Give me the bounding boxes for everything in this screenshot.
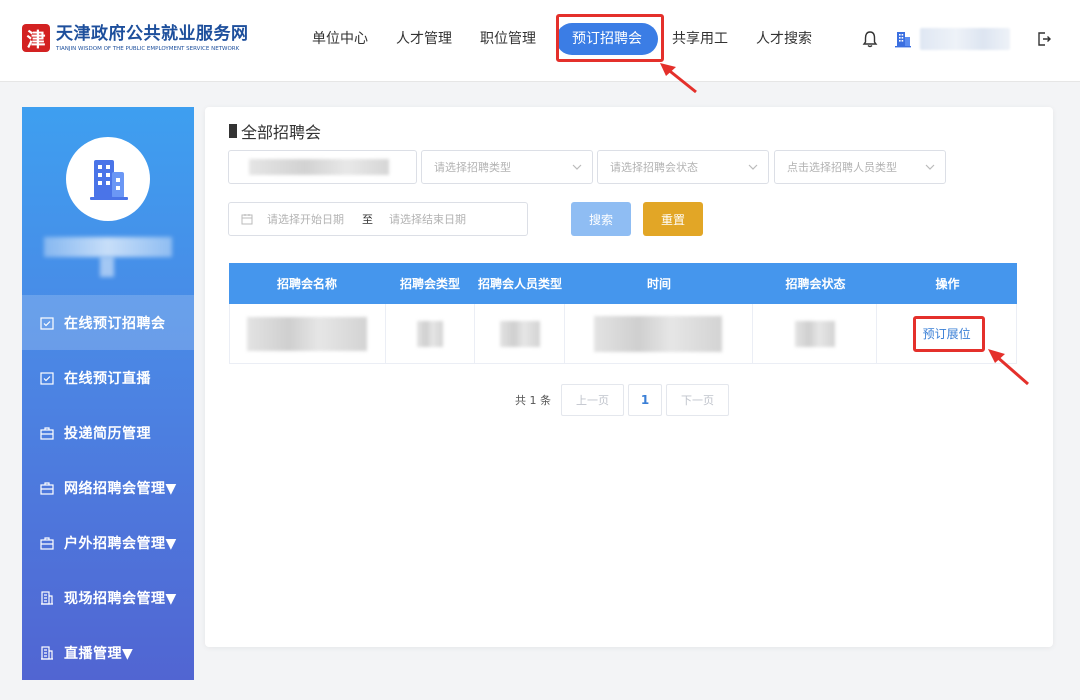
total-count: 共 1 条 [515, 394, 551, 407]
reset-button[interactable]: 重置 [643, 202, 703, 236]
action-highlight-annotation [913, 316, 985, 352]
keyword-input[interactable] [228, 150, 417, 184]
building-icon [40, 590, 54, 605]
nav-annotation-arrow [660, 63, 697, 94]
blurred-content [594, 315, 723, 352]
sidebar-item-outdoor-fair-management[interactable]: 户外招聘会管理▼ [22, 515, 194, 570]
calendar-check-icon [40, 316, 54, 330]
building-icon [894, 30, 912, 48]
chevron-down-icon [748, 164, 758, 170]
sidebar-item-label: 在线预订直播 [64, 370, 151, 387]
column-header: 招聘会类型 [399, 277, 460, 291]
column-header: 招聘会名称 [276, 277, 337, 291]
company-avatar [66, 137, 150, 221]
calendar-icon [241, 214, 253, 225]
sidebar-item-online-fair-management[interactable]: 网络招聘会管理▼ [22, 460, 194, 515]
building-icon [40, 645, 54, 660]
column-header: 时间 [646, 277, 671, 291]
sidebar-item-resume-management[interactable]: 投递简历管理 [22, 405, 194, 460]
building-icon [90, 160, 128, 200]
calendar-check-icon [40, 371, 54, 385]
site-name: 天津政府公共就业服务网 [56, 24, 249, 44]
date-range-picker[interactable]: 请选择开始日期 至 请选择结束日期 [228, 202, 528, 236]
logo-mark: 津 [22, 24, 50, 52]
table-header: 招聘会名称 招聘会类型 招聘会人员类型 时间 招聘会状态 操作 [229, 263, 1017, 304]
nav-highlight-annotation [556, 14, 664, 62]
time-cell [565, 304, 753, 363]
search-button[interactable]: 搜索 [571, 202, 631, 236]
top-header: 津 天津政府公共就业服务网 TIANJIN WISDOM OF THE PUBL… [0, 0, 1080, 82]
company-name-blurred [44, 237, 172, 257]
sidebar-item-label: 户外招聘会管理▼ [64, 535, 177, 552]
blurred-content [416, 320, 443, 347]
date-range-separator: 至 [362, 213, 373, 226]
next-page-button[interactable]: 下一页 [666, 384, 729, 416]
sidebar-item-label: 在线预订招聘会 [64, 315, 166, 332]
briefcase-icon [40, 426, 54, 440]
main-panel: 全部招聘会 请选择招聘类型 请选择招聘会状态 点击选择招聘人员类型 请选择开始日… [205, 107, 1053, 647]
sidebar-item-label: 直播管理▼ [64, 645, 134, 662]
table-row: 预订展位 [229, 304, 1017, 364]
user-name-blurred[interactable] [920, 28, 1010, 50]
nav-shared-employment[interactable]: 共享用工 [658, 23, 742, 55]
column-header: 招聘会人员类型 [477, 277, 562, 291]
bell-icon[interactable] [862, 30, 878, 48]
sidebar-item-label: 网络招聘会管理▼ [64, 480, 177, 497]
end-date-input[interactable]: 请选择结束日期 [389, 211, 466, 227]
sidebar-item-label: 现场招聘会管理▼ [64, 590, 177, 607]
fair-name-cell [230, 304, 386, 363]
blurred-content [247, 316, 368, 351]
fair-type-cell [386, 304, 476, 363]
sidebar-item-book-live[interactable]: 在线预订直播 [22, 350, 194, 405]
sidebar: 在线预订招聘会 在线预订直播 投递简历管理 网络招聘会管理▼ 户外招聘会管理▼ … [22, 107, 194, 680]
logout-icon[interactable] [1036, 31, 1052, 47]
prev-page-button[interactable]: 上一页 [561, 384, 624, 416]
person-type-cell [475, 304, 566, 363]
briefcase-icon [40, 536, 54, 550]
column-header: 操作 [935, 277, 960, 291]
sidebar-item-book-job-fair[interactable]: 在线预订招聘会 [22, 295, 194, 350]
start-date-input[interactable]: 请选择开始日期 [267, 211, 344, 227]
sidebar-item-onsite-fair-management[interactable]: 现场招聘会管理▼ [22, 570, 194, 625]
fair-type-select[interactable]: 请选择招聘类型 [421, 150, 593, 184]
sidebar-item-live-management[interactable]: 直播管理▼ [22, 625, 194, 680]
column-header: 招聘会状态 [785, 277, 846, 291]
blurred-content [499, 320, 540, 347]
person-type-select[interactable]: 点击选择招聘人员类型 [774, 150, 946, 184]
blurred-content [794, 320, 835, 347]
action-annotation-arrow [988, 349, 1029, 386]
page-title: 全部招聘会 [229, 119, 321, 143]
page-number-button[interactable]: 1 [628, 384, 662, 416]
job-fair-table: 招聘会名称 招聘会类型 招聘会人员类型 时间 招聘会状态 操作 预订展位 [229, 263, 1017, 364]
fair-status-select[interactable]: 请选择招聘会状态 [597, 150, 769, 184]
briefcase-icon [40, 481, 54, 495]
keyword-blurred [249, 159, 389, 175]
nav-unit-center[interactable]: 单位中心 [298, 23, 382, 55]
site-name-en: TIANJIN WISDOM OF THE PUBLIC EMPLOYMENT … [56, 46, 240, 52]
site-logo[interactable]: 津 天津政府公共就业服务网 TIANJIN WISDOM OF THE PUBL… [22, 24, 249, 53]
nav-talent-search[interactable]: 人才搜索 [742, 23, 826, 55]
status-cell [753, 304, 878, 363]
chevron-down-icon [925, 164, 935, 170]
nav-talent-management[interactable]: 人才管理 [382, 23, 466, 55]
sidebar-item-label: 投递简历管理 [64, 425, 151, 442]
nav-position-management[interactable]: 职位管理 [466, 23, 550, 55]
chevron-down-icon [572, 164, 582, 170]
pagination: 共 1 条 上一页 1 下一页 [515, 384, 733, 416]
